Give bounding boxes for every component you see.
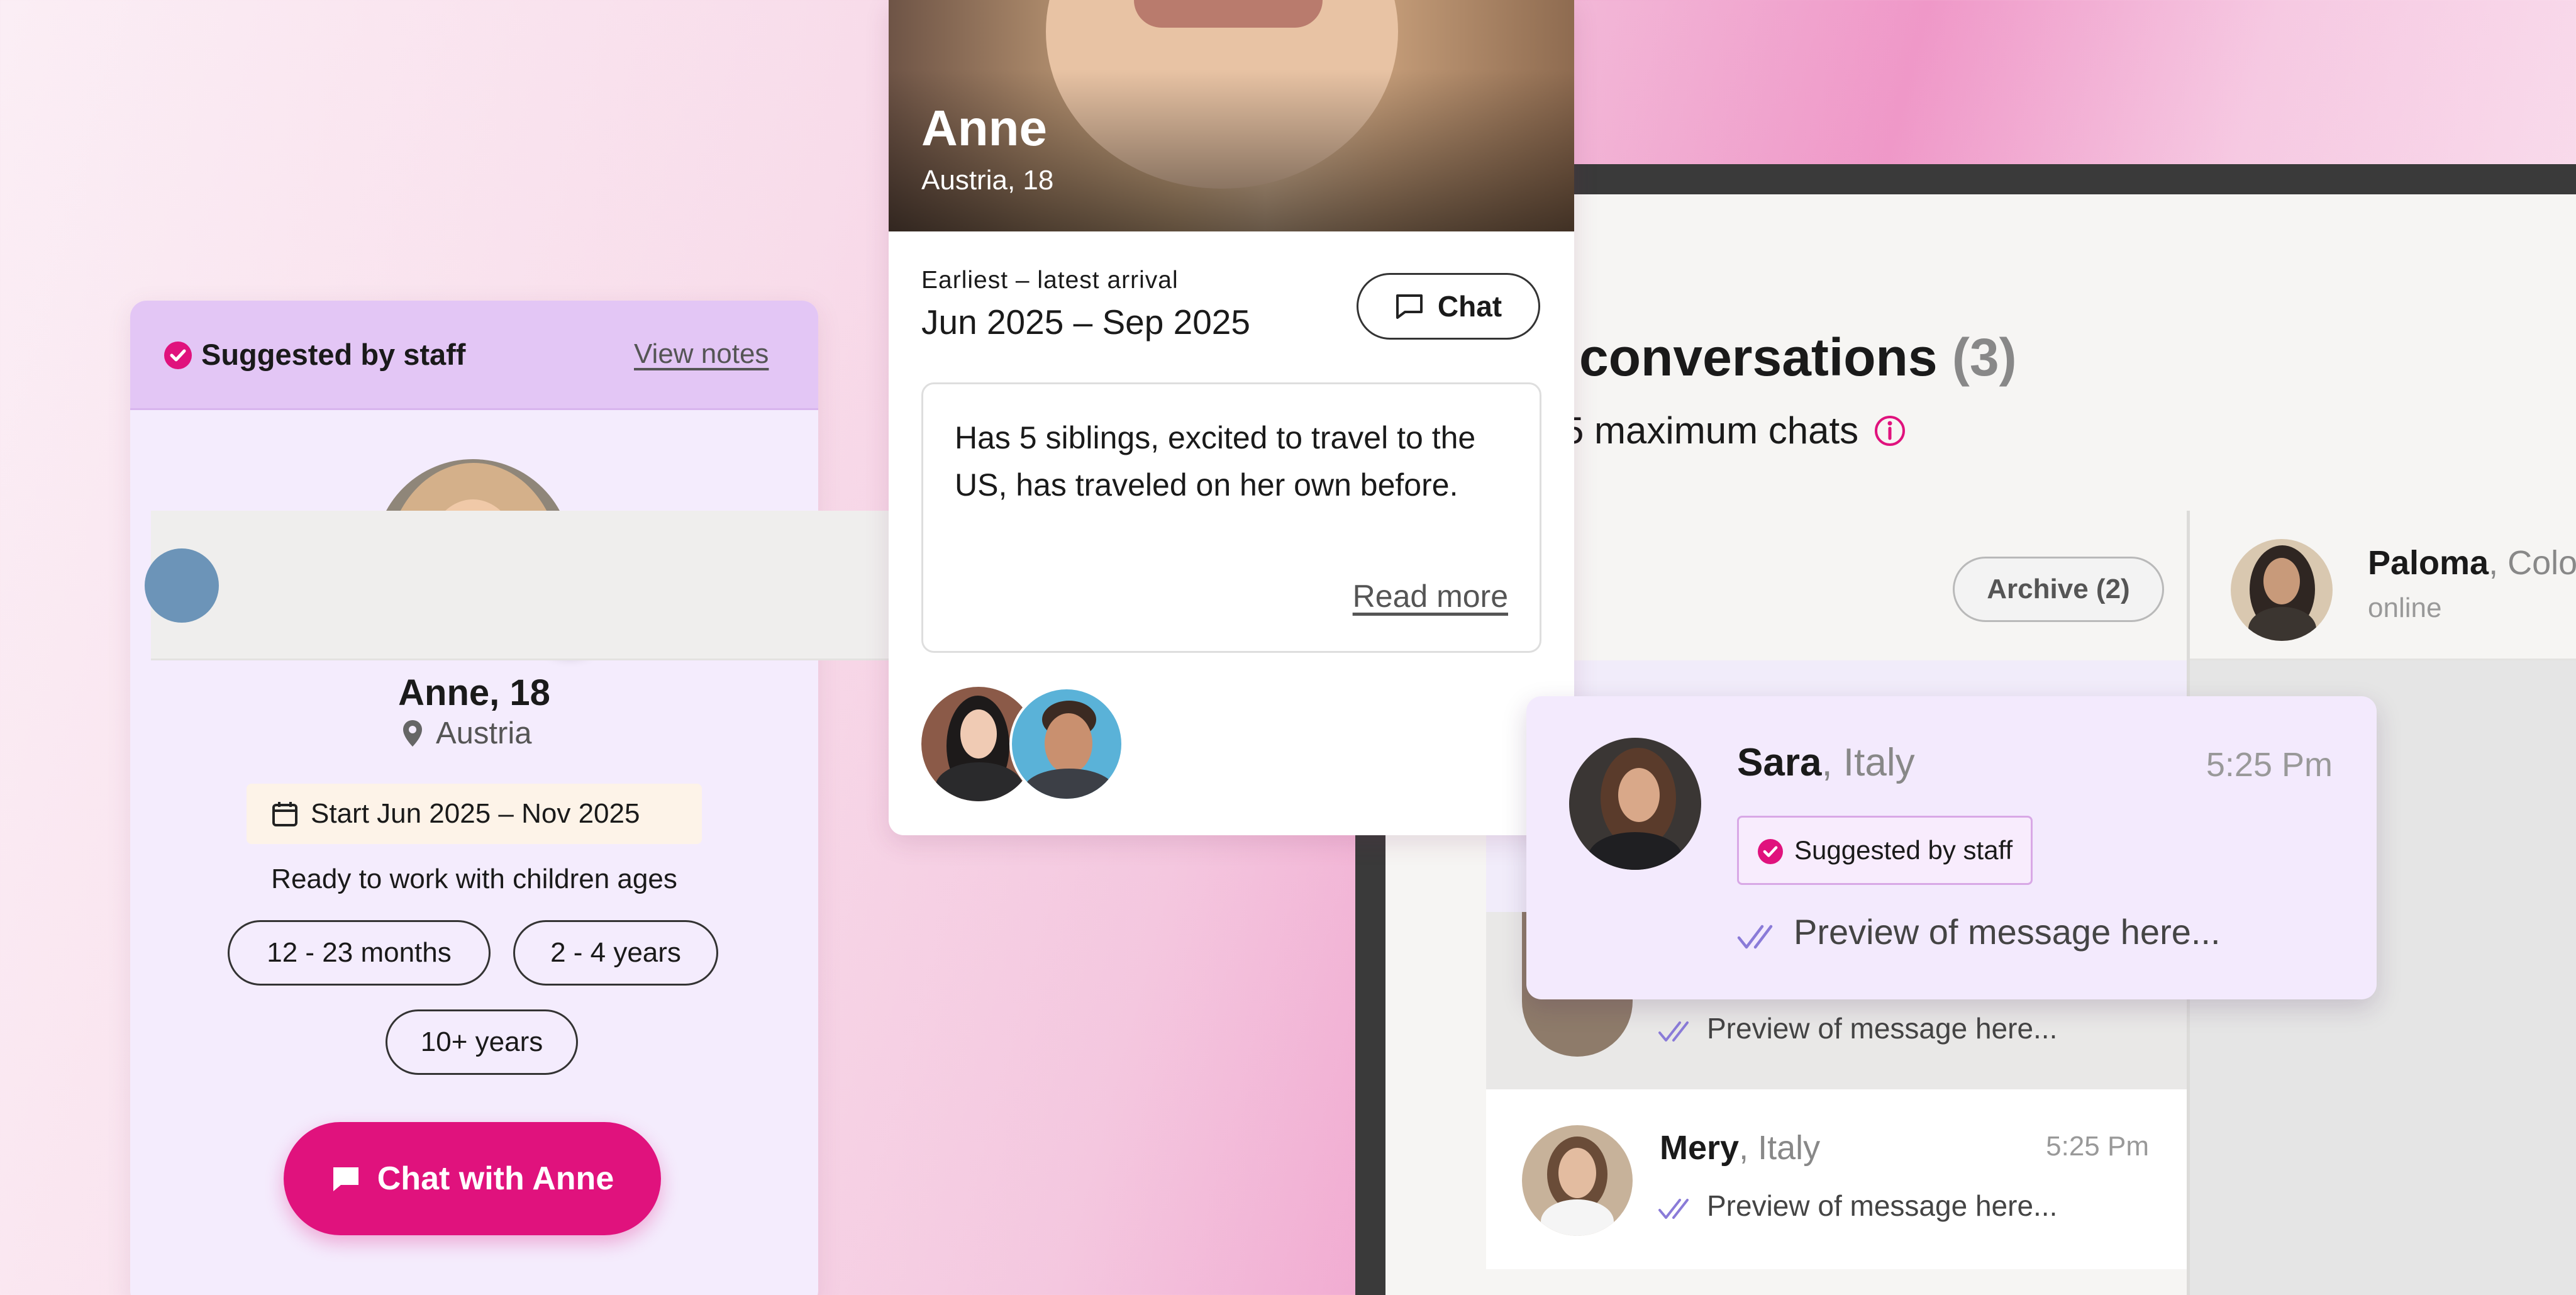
dates-text: Start Jun 2025 – Nov 2025 [311, 798, 640, 829]
info-icon[interactable] [1874, 414, 1906, 447]
conversations-title: r conversations (3) [1544, 327, 2017, 388]
arrival-value: Jun 2025 – Sep 2025 [921, 303, 1250, 342]
hero-name: Anne [921, 100, 1047, 156]
max-chats-text: 5 maximum chats [1563, 409, 1859, 452]
read-more-link[interactable]: Read more [1353, 578, 1508, 614]
conversation-card-sara[interactable]: Sara, Italy 5:25 Pm Suggested by staff P… [1526, 696, 2377, 999]
active-chat-country: , Colo [2489, 544, 2576, 582]
mery-time: 5:25 Pm [2046, 1131, 2149, 1162]
suggested-header: Suggested by staff View notes [130, 301, 818, 410]
chat-bubble-icon [1396, 294, 1423, 319]
sara-suggested-badge: Suggested by staff [1737, 816, 2033, 885]
double-check-icon [1658, 1021, 1689, 1042]
verified-badge-icon [1758, 839, 1783, 864]
location-text: Austria [436, 716, 532, 750]
sara-badge-label: Suggested by staff [1794, 835, 2013, 865]
active-chat-header: Paloma, Colo online [2190, 511, 2576, 660]
sara-name-row: Sara, Italy [1737, 740, 1915, 785]
age-pill-2-4-years[interactable]: 2 - 4 years [513, 920, 718, 986]
sara-preview: Preview of message here... [1794, 912, 2221, 952]
chat-button[interactable]: Chat [1357, 273, 1540, 340]
profile-card-anne: Suggested by staff View notes Anne, 18 A… [130, 301, 818, 1295]
sara-country: , Italy [1821, 741, 1915, 784]
age-pill-12-23-months[interactable]: 12 - 23 months [228, 920, 491, 986]
sara-name: Sara [1737, 741, 1822, 784]
archive-button[interactable]: Archive (2) [1953, 557, 2164, 622]
dates-chip: Start Jun 2025 – Nov 2025 [247, 784, 702, 844]
profile-location: Austria [402, 716, 532, 751]
profile-hero-photo: Anne Austria, 18 [889, 0, 1574, 231]
max-chats-row: 5 maximum chats [1563, 409, 1906, 452]
row2-preview: Preview of message here... [1707, 1012, 2058, 1045]
conversation-row-mery[interactable]: Mery, Italy 5:25 Pm Preview of message h… [1486, 1089, 2187, 1269]
mery-preview: Preview of message here... [1707, 1189, 2058, 1222]
mery-country: , Italy [1739, 1129, 1821, 1167]
chat-with-anne-label: Chat with Anne [377, 1160, 614, 1197]
avatar-staff-2 [1009, 687, 1124, 801]
sara-time: 5:25 Pm [2206, 746, 2333, 784]
avatar-partial [145, 548, 219, 623]
description-box: Has 5 siblings, excited to travel to the… [921, 382, 1541, 653]
profile-card-anne-detail: Anne Austria, 18 Earliest – latest arriv… [889, 0, 1574, 835]
ready-label: Ready to work with children ages [271, 864, 677, 894]
active-chat-name-row: Paloma, Colo [2368, 543, 2576, 582]
age-pill-10-plus-years[interactable]: 10+ years [386, 1009, 578, 1075]
view-notes-link[interactable]: View notes [634, 338, 769, 370]
double-check-icon [1658, 1199, 1689, 1219]
active-chat-status: online [2368, 592, 2442, 623]
suggested-label: Suggested by staff [201, 338, 466, 371]
description-text: Has 5 siblings, excited to travel to the… [955, 420, 1476, 503]
active-chat-name: Paloma [2368, 544, 2489, 582]
chat-button-label: Chat [1437, 290, 1502, 323]
double-check-icon [1737, 925, 1773, 949]
conversations-title-text: r conversations [1544, 328, 1938, 387]
hero-subtitle: Austria, 18 [921, 165, 1054, 196]
mery-name-row: Mery, Italy [1660, 1128, 1820, 1167]
chat-with-anne-button[interactable]: Chat with Anne [284, 1122, 661, 1235]
arrival-label: Earliest – latest arrival [921, 267, 1179, 294]
location-pin-icon [403, 720, 422, 747]
avatar-mery [1522, 1125, 1633, 1236]
profile-name: Anne, 18 [398, 672, 550, 713]
conversations-count: (3) [1951, 328, 2017, 387]
mery-name: Mery [1660, 1129, 1740, 1167]
verified-badge-icon [164, 342, 192, 369]
chat-bubble-icon [333, 1167, 358, 1191]
avatar-paloma [2231, 539, 2333, 641]
calendar-icon [272, 802, 297, 826]
conversation-list-header [145, 511, 931, 660]
avatar-sara [1569, 738, 1701, 870]
